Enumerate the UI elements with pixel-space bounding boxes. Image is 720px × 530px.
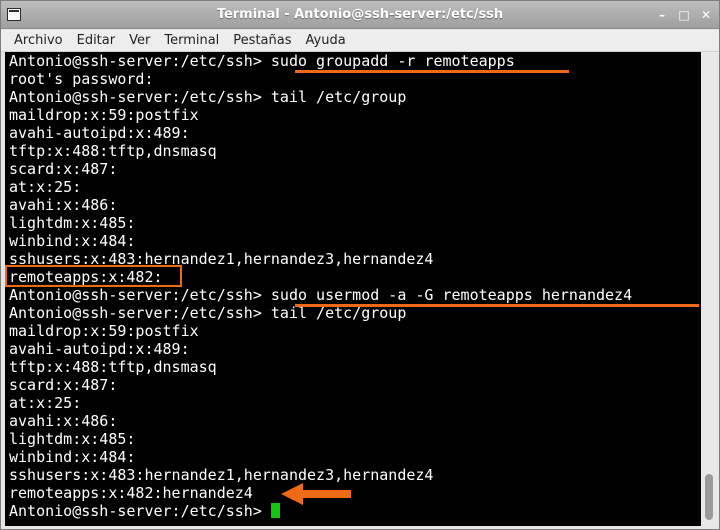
terminal-line: scard:x:487: xyxy=(9,376,118,394)
terminal-line: remoteapps:x:482:hernandez4 xyxy=(9,484,253,502)
menu-bar: Archivo Editar Ver Terminal Pestañas Ayu… xyxy=(1,30,719,52)
menu-ver[interactable]: Ver xyxy=(122,30,157,52)
scrollbar-thumb[interactable] xyxy=(705,474,713,520)
terminal-line: avahi-autoipd:x:489: xyxy=(9,340,190,358)
terminal-line: avahi:x:486: xyxy=(9,412,118,430)
terminal-line: winbind:x:484: xyxy=(9,232,136,250)
terminal-line: avahi-autoipd:x:489: xyxy=(9,124,190,142)
highlight-underline-groupadd xyxy=(295,70,569,73)
terminal-line: lightdm:x:485: xyxy=(9,430,136,448)
minimize-icon[interactable]: – xyxy=(655,8,669,22)
prompt-text: Antonio@ssh-server:/etc/ssh> xyxy=(9,502,271,520)
terminal-line: at:x:25: xyxy=(9,394,82,412)
menu-ayuda[interactable]: Ayuda xyxy=(299,30,353,52)
text-cursor xyxy=(270,503,280,518)
title-bar[interactable]: Terminal - Antonio@ssh-server:/etc/ssh –… xyxy=(1,1,719,29)
terminal-output[interactable]: Antonio@ssh-server:/etc/ssh> sudo groupa… xyxy=(5,52,701,526)
terminal-window: Terminal - Antonio@ssh-server:/etc/ssh –… xyxy=(0,0,720,530)
terminal-line: root's password: xyxy=(9,70,154,88)
terminal-line: sshusers:x:483:hernandez1,hernandez3,her… xyxy=(9,466,434,484)
terminal-line: winbind:x:484: xyxy=(9,448,136,466)
terminal-line: tftp:x:488:tftp,dnsmasq xyxy=(9,358,217,376)
menu-terminal[interactable]: Terminal xyxy=(157,30,226,52)
close-icon[interactable]: ✕ xyxy=(699,8,713,22)
terminal-line: scard:x:487: xyxy=(9,160,118,178)
highlight-underline-usermod xyxy=(295,304,699,307)
window-title: Terminal - Antonio@ssh-server:/etc/ssh xyxy=(216,7,504,22)
terminal-line: maildrop:x:59:postfix xyxy=(9,106,199,124)
terminal-line: tftp:x:488:tftp,dnsmasq xyxy=(9,142,217,160)
highlight-box-remoteapps xyxy=(5,265,182,287)
window-controls: – □ ✕ xyxy=(655,1,713,29)
terminal-line: lightdm:x:485: xyxy=(9,214,136,232)
terminal-line: Antonio@ssh-server:/etc/ssh> tail /etc/g… xyxy=(9,88,407,106)
terminal-line: avahi:x:486: xyxy=(9,196,118,214)
maximize-icon[interactable]: □ xyxy=(677,8,691,22)
menu-pestanas[interactable]: Pestañas xyxy=(226,30,298,52)
terminal-line: at:x:25: xyxy=(9,178,82,196)
terminal-line: Antonio@ssh-server:/etc/ssh> sudo groupa… xyxy=(9,52,515,70)
terminal-line: maildrop:x:59:postfix xyxy=(9,322,199,340)
terminal-line: Antonio@ssh-server:/etc/ssh> sudo usermo… xyxy=(9,286,633,304)
terminal-scrollbar[interactable] xyxy=(701,52,719,526)
menu-archivo[interactable]: Archivo xyxy=(7,30,70,52)
arrow-left-icon xyxy=(281,483,351,505)
terminal-prompt-line: Antonio@ssh-server:/etc/ssh> xyxy=(9,502,280,520)
menu-editar[interactable]: Editar xyxy=(70,30,123,52)
